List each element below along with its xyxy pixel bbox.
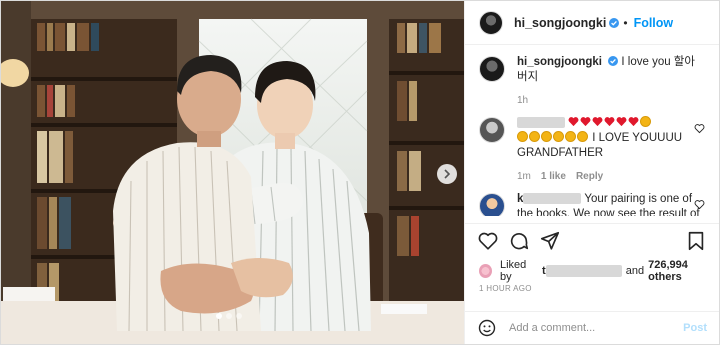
- verified-badge-icon: [609, 17, 620, 28]
- post-timestamp[interactable]: 1 HOUR AGO: [479, 284, 532, 293]
- follow-button[interactable]: Follow: [634, 16, 674, 30]
- carousel-dot: [226, 313, 232, 319]
- author-username[interactable]: hi_songjoongki: [514, 16, 606, 30]
- comment-input[interactable]: [509, 322, 669, 334]
- comment-age: 1m: [517, 171, 531, 182]
- next-photo-button[interactable]: [437, 164, 457, 184]
- likes-summary: Liked by t and 726,994 others: [479, 259, 719, 283]
- bookmark-icon[interactable]: [685, 230, 707, 252]
- comments-list: hi_songjoongki I love you 할아버지 1h I LOVE…: [465, 45, 719, 216]
- clap-emoji-icon: [577, 131, 588, 142]
- post-button[interactable]: Post: [683, 322, 707, 334]
- liked-by-suffix: and: [625, 265, 645, 277]
- action-bar: [465, 223, 719, 253]
- post-photo[interactable]: [1, 1, 464, 344]
- heart-emoji-icon: [592, 117, 603, 127]
- clap-emoji-icon: [529, 131, 540, 142]
- comment-composer: Post: [465, 311, 719, 344]
- photo-scene: [1, 1, 464, 344]
- redacted-username: [523, 193, 582, 204]
- heart-emoji-row: [568, 116, 652, 129]
- list-item: I LOVE YOUUUU GRANDFATHER 1m 1 like Repl…: [479, 116, 705, 184]
- clap-emoji-icon: [565, 131, 576, 142]
- heart-emoji-icon: [616, 117, 627, 127]
- separator-dot: •: [623, 15, 628, 30]
- redacted-username: [545, 265, 622, 277]
- clap-emoji-icon: [517, 131, 528, 142]
- like-comment-heart-icon[interactable]: [694, 199, 705, 210]
- redacted-username: [517, 117, 565, 128]
- emoji-icon[interactable]: [477, 318, 497, 338]
- carousel-dot: [236, 313, 242, 319]
- comment-likes[interactable]: 1 like: [541, 169, 566, 184]
- avatar[interactable]: [479, 117, 505, 143]
- clap-emoji-icon: [640, 116, 652, 127]
- clap-emoji-icon: [541, 131, 552, 142]
- heart-icon[interactable]: [477, 230, 499, 252]
- instagram-post: hi_songjoongki • Follow hi_songjoongki I…: [0, 0, 720, 345]
- comment-icon[interactable]: [508, 230, 530, 252]
- caption: hi_songjoongki I love you 할아버지 1h: [479, 55, 705, 108]
- heart-emoji-icon: [580, 117, 591, 127]
- caption-username[interactable]: hi_songjoongki: [517, 56, 602, 68]
- list-item: k Your pairing is one of the books. We n…: [479, 192, 705, 216]
- heart-emoji-icon: [568, 117, 579, 127]
- caption-age: 1h: [517, 95, 529, 106]
- avatar[interactable]: [479, 193, 505, 216]
- liker-avatar[interactable]: [479, 264, 492, 278]
- post-header: hi_songjoongki • Follow: [465, 1, 719, 45]
- carousel-indicator: [216, 313, 242, 319]
- heart-emoji-icon: [604, 117, 615, 127]
- liked-by-prefix: Liked by: [499, 259, 527, 283]
- like-comment-heart-icon[interactable]: [694, 123, 705, 134]
- others-count[interactable]: 726,994 others: [648, 259, 719, 283]
- post-side-panel: hi_songjoongki • Follow hi_songjoongki I…: [464, 1, 719, 344]
- clap-emoji-icon: [553, 131, 564, 142]
- chevron-right-icon: [444, 169, 451, 179]
- reply-button[interactable]: Reply: [576, 169, 603, 184]
- verified-badge-icon: [608, 56, 619, 66]
- heart-emoji-icon: [628, 117, 639, 127]
- share-icon[interactable]: [539, 230, 561, 252]
- avatar[interactable]: [479, 56, 505, 82]
- avatar[interactable]: [479, 10, 503, 35]
- carousel-dot: [216, 313, 222, 319]
